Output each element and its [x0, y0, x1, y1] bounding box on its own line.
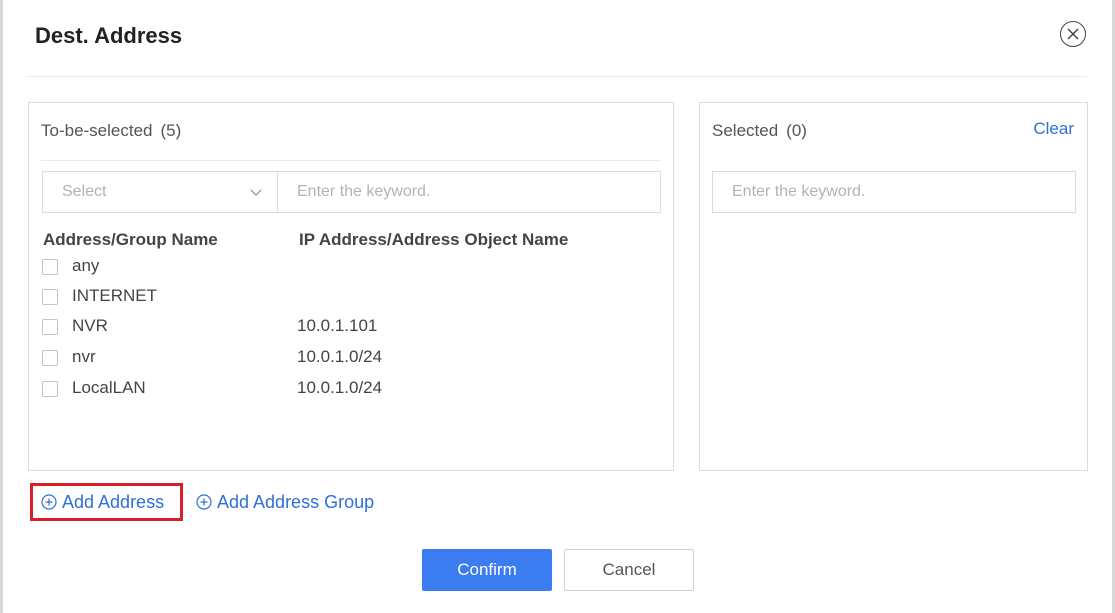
add-address-highlight	[30, 483, 183, 521]
to-be-selected-label: To-be-selected	[41, 121, 153, 140]
to-be-selected-count: (5)	[160, 121, 182, 140]
column-header-name: Address/Group Name	[43, 230, 218, 249]
table-row[interactable]: NVR 10.0.1.101	[41, 314, 661, 340]
to-be-selected-panel: To-be-selected (5) Select Address/Group N…	[28, 102, 674, 471]
close-icon	[1067, 28, 1079, 40]
row-checkbox[interactable]	[42, 319, 58, 335]
table-row[interactable]: nvr 10.0.1.0/24	[41, 345, 661, 371]
column-header-ip: IP Address/Address Object Name	[299, 230, 569, 249]
row-name: NVR	[72, 316, 108, 335]
confirm-button[interactable]: Confirm	[422, 549, 552, 591]
row-ip: 10.0.1.101	[297, 316, 378, 335]
cancel-button[interactable]: Cancel	[564, 549, 694, 591]
row-name: any	[72, 256, 100, 275]
filter-select-placeholder: Select	[62, 183, 107, 200]
add-address-group-label: Add Address Group	[217, 491, 375, 512]
row-checkbox[interactable]	[42, 381, 58, 397]
to-be-selected-title: To-be-selected (5)	[41, 121, 181, 141]
chevron-down-icon	[250, 189, 262, 196]
add-address-group-link[interactable]: Add Address Group	[196, 489, 374, 515]
row-checkbox[interactable]	[42, 350, 58, 366]
left-edge-divider	[0, 0, 3, 613]
table-row[interactable]: INTERNET	[41, 284, 661, 310]
panel-divider	[41, 160, 661, 161]
row-name: nvr	[72, 347, 96, 366]
row-ip: 10.0.1.0/24	[297, 378, 383, 397]
filter-select[interactable]: Select	[42, 171, 278, 213]
row-checkbox[interactable]	[42, 259, 58, 275]
row-ip: 10.0.1.0/24	[297, 347, 383, 366]
dialog-title: Dest. Address	[35, 23, 183, 48]
table-row[interactable]: any	[41, 254, 661, 280]
plus-circle-icon	[196, 494, 212, 510]
selected-count: (0)	[786, 121, 807, 140]
to-be-selected-search-input[interactable]	[277, 171, 661, 213]
selected-label: Selected	[712, 121, 779, 140]
close-button[interactable]	[1060, 21, 1086, 47]
row-name: LocalLAN	[72, 378, 146, 397]
table-row[interactable]: LocalLAN 10.0.1.0/24	[41, 376, 661, 402]
header-divider	[28, 76, 1087, 77]
selected-panel: Selected (0) Clear	[699, 102, 1088, 471]
selected-title: Selected (0)	[712, 121, 807, 141]
clear-button[interactable]: Clear	[1033, 119, 1074, 139]
row-checkbox[interactable]	[42, 289, 58, 305]
row-name: INTERNET	[72, 286, 157, 305]
selected-search-input[interactable]	[712, 171, 1076, 213]
